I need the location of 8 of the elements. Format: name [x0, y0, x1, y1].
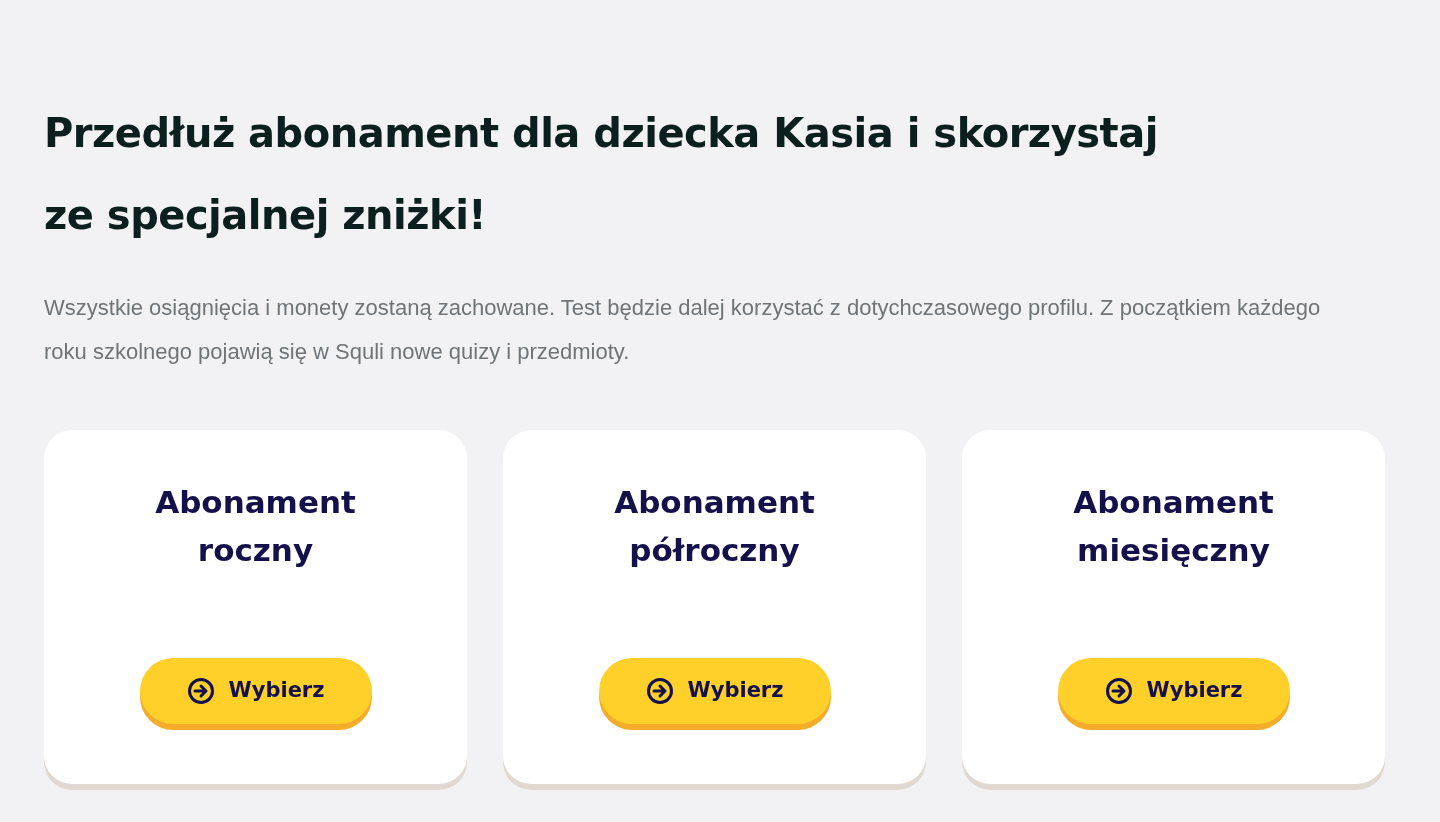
- plan-title: Abonament roczny: [154, 483, 357, 570]
- arrow-circle-icon: [1104, 677, 1133, 705]
- arrow-circle-icon: [645, 677, 674, 705]
- page-heading: Przedłuż abonament dla dziecka Kasia i skorzystaj ze specjalnej zniżki!: [44, 109, 1159, 240]
- plan-title: Abonament półroczny: [613, 483, 816, 570]
- description-text: Wszystkie osiągnięcia i monety zostaną zachowane. Test będzie dalej korzystać z dotychczasowego profilu. Z początkiem każdego roku szkolnego pojawią się w Squli nowe quizy i przedmioty.: [44, 294, 1322, 366]
- plan-title: Abonament miesięczny: [1072, 483, 1275, 570]
- arrow-circle-icon: [186, 677, 215, 705]
